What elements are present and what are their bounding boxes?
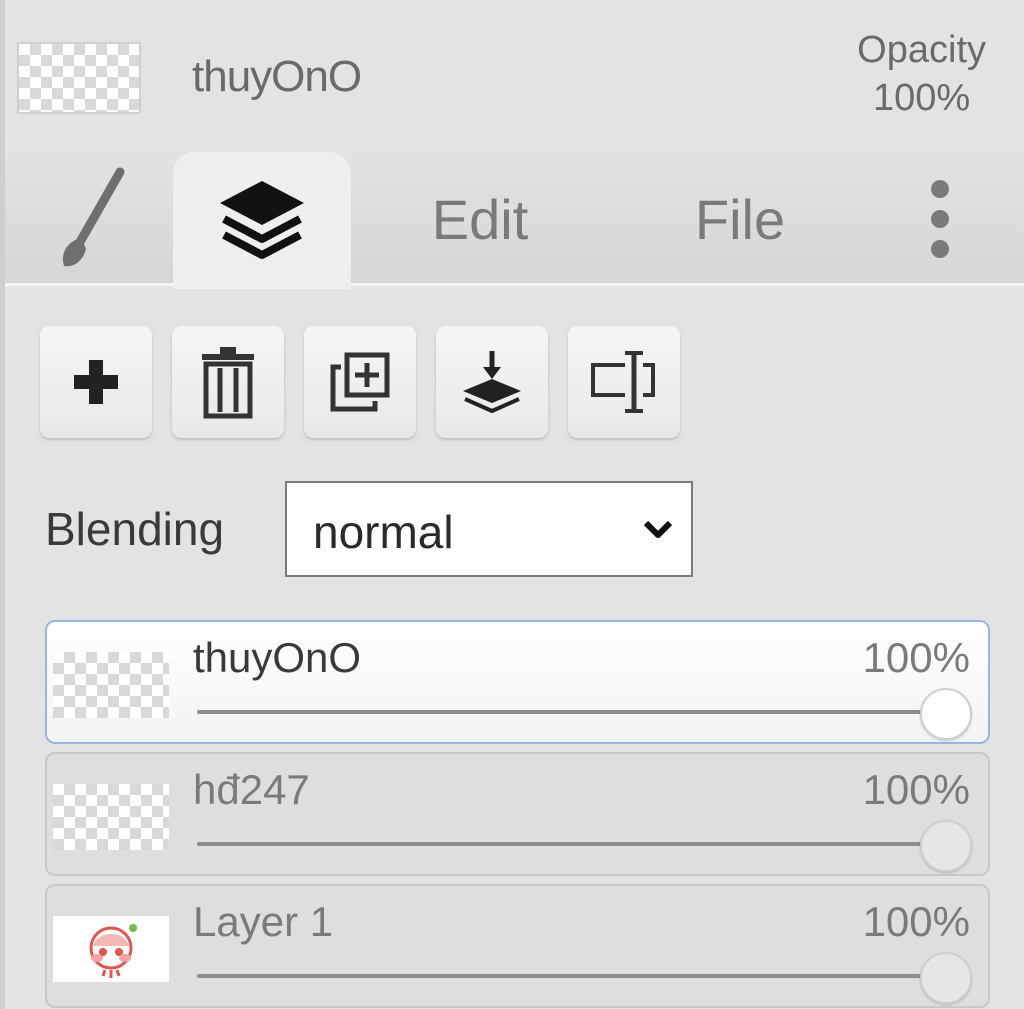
plus-icon xyxy=(74,360,118,404)
layers-icon xyxy=(220,180,304,259)
layer-opacity-value: 100% xyxy=(862,898,970,945)
blending-value: normal xyxy=(313,506,454,558)
current-layer-thumbnail xyxy=(17,42,141,114)
layer-opacity-slider-thumb[interactable] xyxy=(920,820,972,872)
layer-thumbnail xyxy=(53,652,169,718)
layer-thumbnail xyxy=(53,916,169,982)
opacity-label: Opacity xyxy=(857,29,986,71)
duplicate-icon xyxy=(330,352,390,412)
merge-down-button[interactable] xyxy=(436,326,548,438)
current-layer-opacity[interactable]: Opacity 100% xyxy=(857,26,986,122)
layer-item[interactable]: Layer 1 100% xyxy=(45,884,990,1008)
layer-name: thuyOnO xyxy=(193,634,362,681)
rename-icon xyxy=(591,351,655,413)
brush-icon xyxy=(62,167,125,267)
layer-opacity-slider-thumb[interactable] xyxy=(920,952,972,1004)
layer-thumbnail xyxy=(53,784,169,850)
layer-item[interactable]: hđ247 100% xyxy=(45,752,990,876)
layer-opacity-slider[interactable] xyxy=(197,710,948,714)
layers-panel: thuyOnO Opacity 100% Edit File Blending … xyxy=(0,0,1024,1009)
tab-layers[interactable] xyxy=(173,152,351,289)
delete-layer-button[interactable] xyxy=(172,326,284,438)
tab-file[interactable]: File xyxy=(665,152,815,286)
rename-layer-button[interactable] xyxy=(568,326,680,438)
current-layer-name: thuyOnO xyxy=(192,52,362,101)
tab-bar: Edit File xyxy=(5,140,1024,289)
layer-opacity-value: 100% xyxy=(862,766,970,813)
merge-down-icon xyxy=(463,351,521,414)
layer-name: Layer 1 xyxy=(193,898,334,945)
layer-opacity-slider[interactable] xyxy=(197,974,948,978)
layer-item[interactable]: thuyOnO 100% xyxy=(45,620,990,744)
current-layer-header: thuyOnO Opacity 100% xyxy=(5,0,1024,140)
blending-select[interactable]: normal xyxy=(285,481,693,577)
tab-edit[interactable]: Edit xyxy=(405,152,555,286)
layer-opacity-slider-thumb[interactable] xyxy=(920,688,972,740)
tab-more[interactable] xyxy=(905,152,975,286)
duplicate-layer-button[interactable] xyxy=(304,326,416,438)
trash-icon xyxy=(202,347,254,419)
layer-opacity-value: 100% xyxy=(862,634,970,681)
layer-toolbar xyxy=(40,326,680,438)
character-sticker-icon xyxy=(89,924,137,978)
layer-name: hđ247 xyxy=(193,766,310,813)
add-layer-button[interactable] xyxy=(40,326,152,438)
chevron-down-icon xyxy=(643,520,673,538)
blending-label: Blending xyxy=(45,503,225,555)
tab-brush[interactable] xyxy=(25,152,155,286)
layer-opacity-slider[interactable] xyxy=(197,842,948,846)
opacity-value: 100% xyxy=(872,77,971,119)
more-vertical-icon xyxy=(931,180,949,258)
